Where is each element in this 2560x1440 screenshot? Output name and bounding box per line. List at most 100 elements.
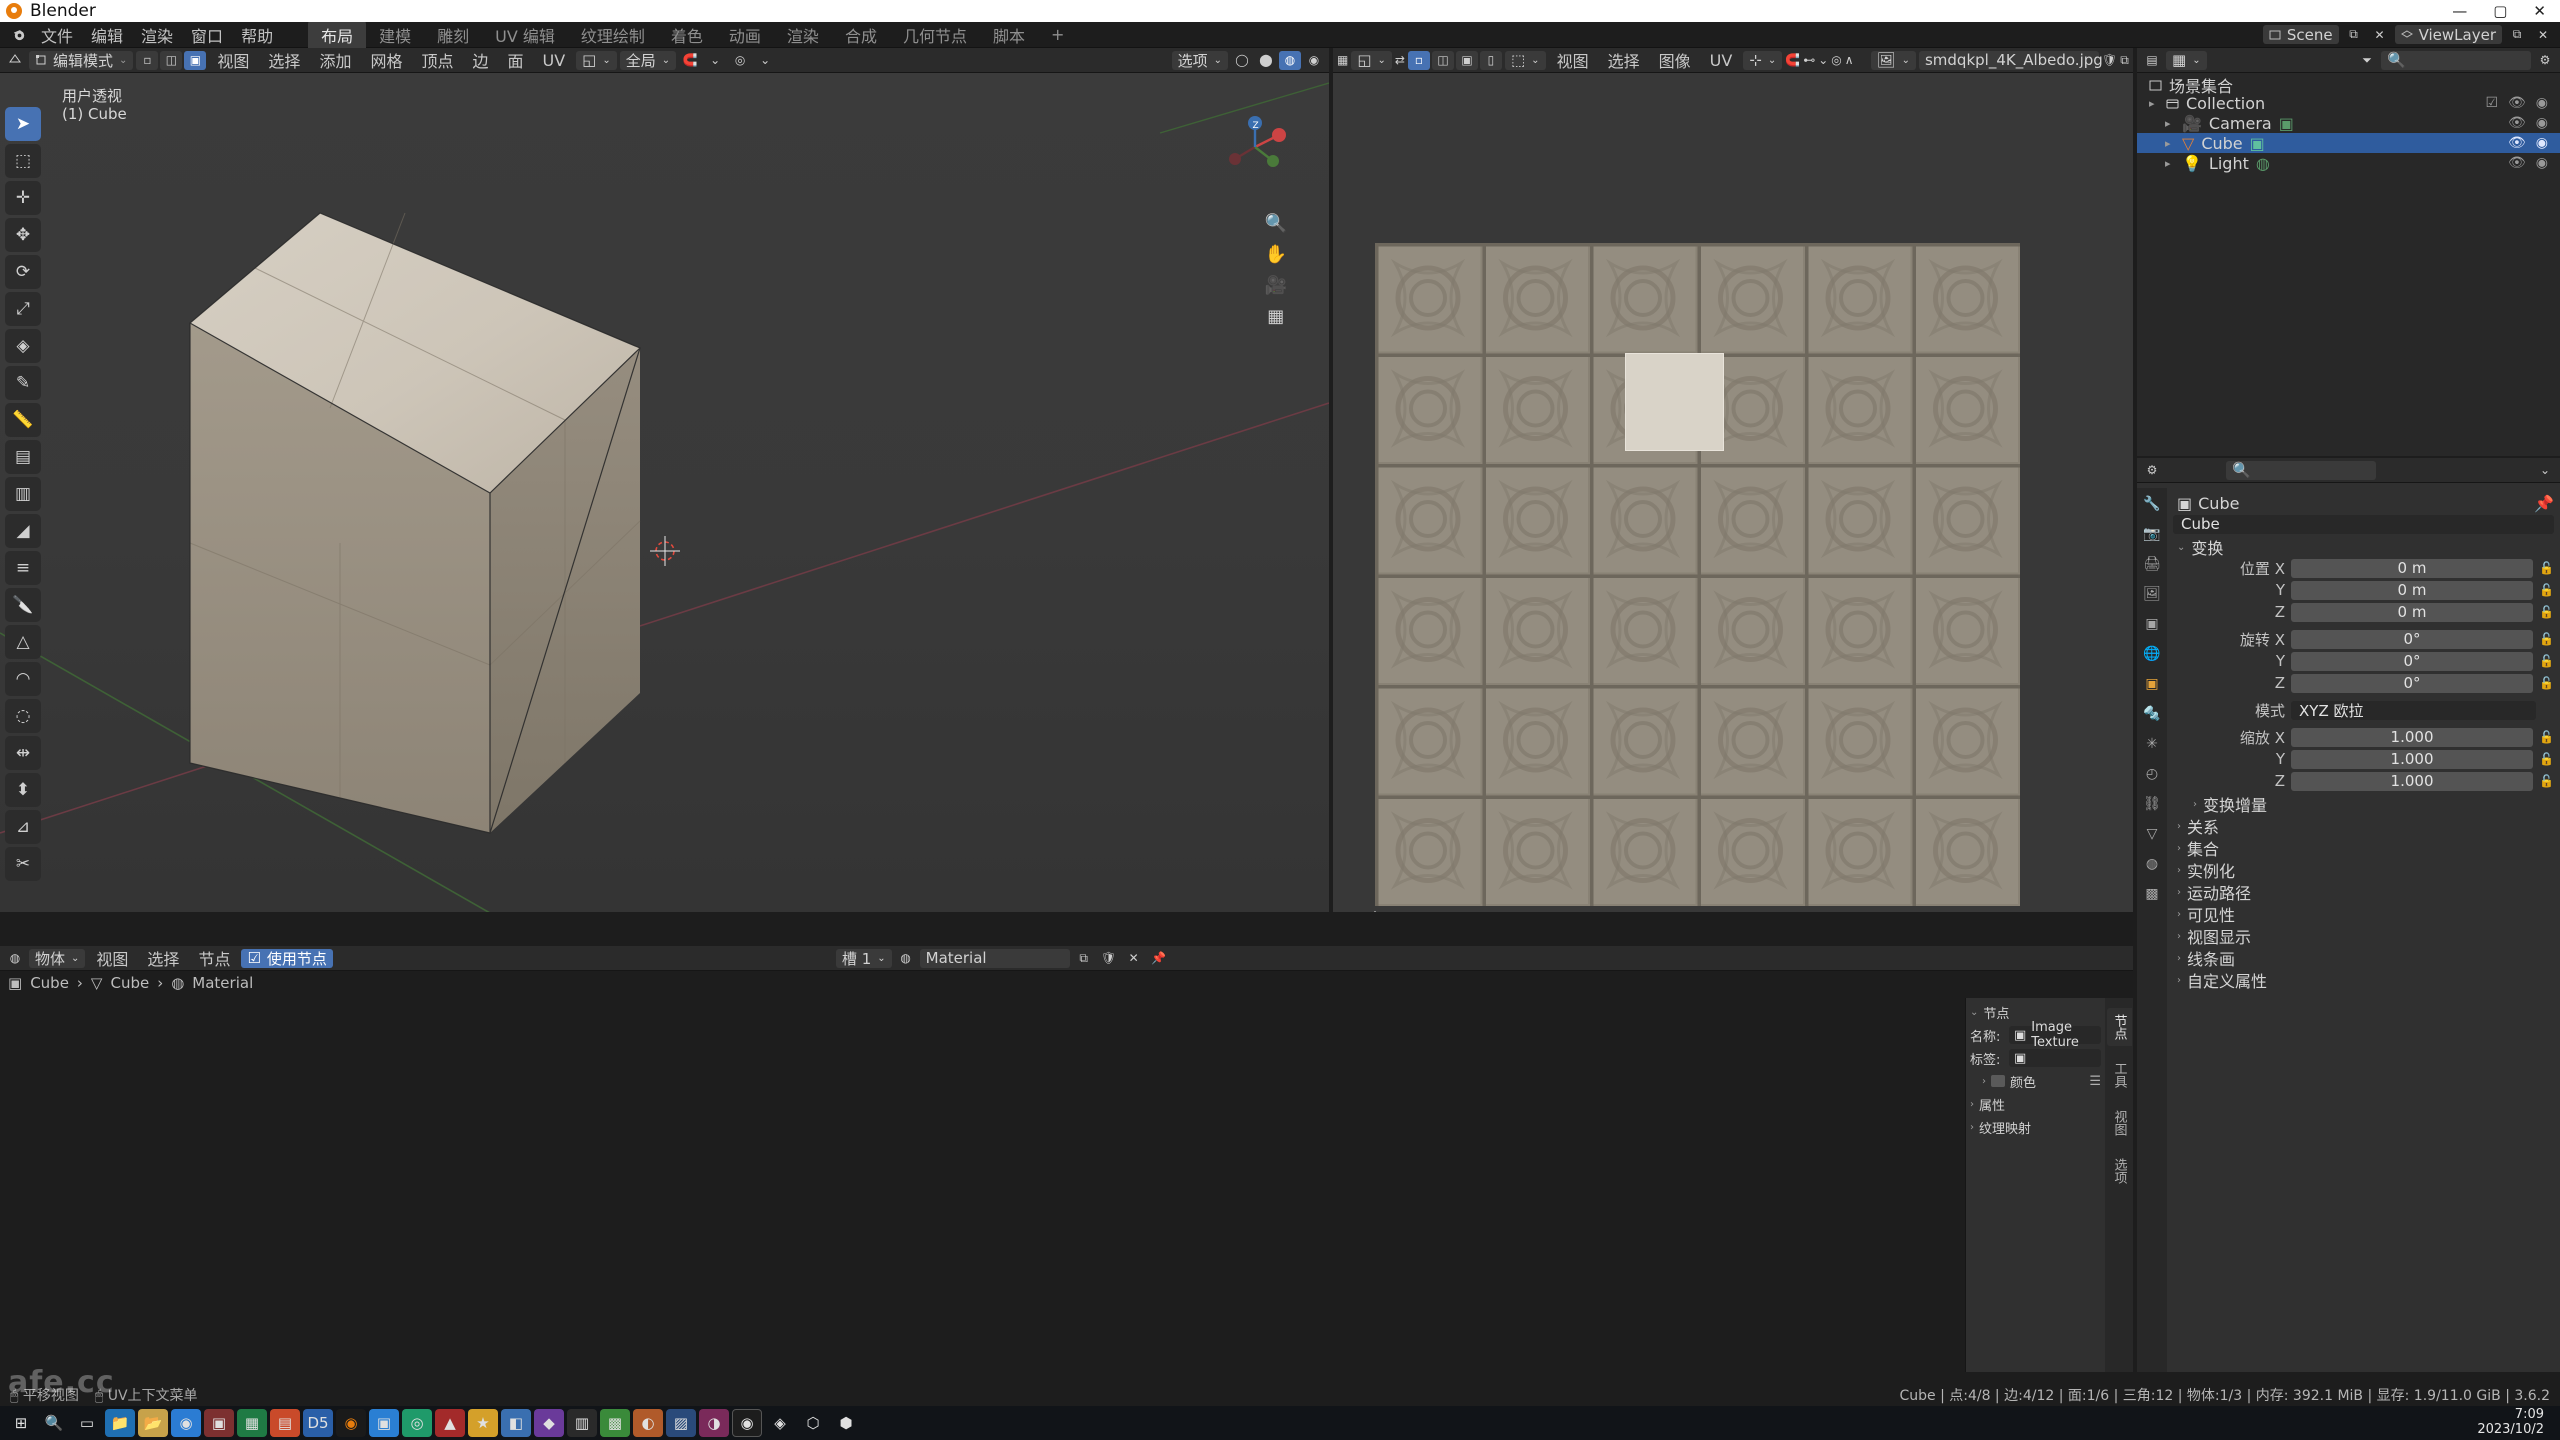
proportional-edit-icon[interactable]: ◎	[729, 51, 751, 70]
tab-render[interactable]: 📷	[2143, 526, 2160, 542]
tab-particles[interactable]: ✳	[2146, 736, 2158, 752]
uv-pivot-dropdown[interactable]: ⊹ ⌄	[1743, 50, 1783, 70]
camera-render-icon[interactable]: ◉	[2536, 155, 2548, 171]
location-z-field[interactable]: 0 m	[2291, 602, 2534, 622]
location-x-row[interactable]: 位置 X 0 m 🔓	[2173, 558, 2554, 578]
taskbar-clock[interactable]: 7:09 2023/10/2	[2477, 1407, 2554, 1438]
rotation-y-field[interactable]: 0°	[2291, 651, 2534, 671]
npanel-name-row[interactable]: 名称: ▣ Image Texture	[1970, 1020, 2101, 1050]
material-users-icon[interactable]: ⧉	[1073, 949, 1095, 968]
menu-window[interactable]: 窗口	[182, 21, 232, 49]
remove-viewlayer-button[interactable]: ✕	[2532, 25, 2554, 44]
outliner-filter-icon[interactable]: ⏷	[2356, 51, 2378, 70]
uv-menu-select[interactable]: 选择	[1600, 48, 1648, 73]
outliner-display-mode-dropdown[interactable]: ▦ ⌄	[2166, 50, 2207, 70]
material-pin-icon[interactable]: 📌	[1148, 949, 1170, 968]
uv-island-select-icon[interactable]: ▯	[1479, 50, 1502, 70]
new-scene-button[interactable]: ⧉	[2343, 25, 2365, 44]
tool-knife-icon[interactable]: 🔪	[5, 588, 41, 622]
checkbox-icon[interactable]: ☑	[2485, 95, 2498, 111]
section-custom-props[interactable]: › 自定义属性	[2173, 969, 2554, 991]
uv-editor-type-icon[interactable]: ▦	[1337, 51, 1348, 70]
outliner[interactable]: ▤ ▦ ⌄ ⏷ 🔍 ⚙ 场景集合 ▸ Collection ☑ 👁 ◉ ▸ 🎥 Cam…	[2137, 48, 2560, 456]
app-icon-3[interactable]: ▤	[270, 1409, 300, 1437]
tool-shear-icon[interactable]: ⊿	[5, 810, 41, 844]
scale-y-row[interactable]: Y 1.000 🔓	[2173, 749, 2554, 769]
expand-arrow-icon[interactable]: ▸	[2165, 117, 2175, 130]
tab-object[interactable]: ▣	[2145, 676, 2158, 692]
taskview-icon[interactable]: ▭	[72, 1409, 102, 1437]
uv-mode-selector[interactable]: ◱ ⌄	[1351, 50, 1392, 70]
scale-x-row[interactable]: 缩放 X 1.000 🔓	[2173, 727, 2554, 747]
snap-dropdown-icon[interactable]: ⌄	[704, 51, 726, 70]
npanel-section-texture-mapping[interactable]: › 纹理映射	[1970, 1117, 2101, 1137]
properties-search-input[interactable]: 🔍	[2226, 460, 2376, 480]
section-delta-transform[interactable]: › 变换增量	[2173, 793, 2554, 815]
section-transform[interactable]: ⌄ 变换	[2173, 536, 2554, 558]
uv-open-image-icon[interactable]: 📁	[2132, 51, 2133, 70]
tool-poly-build-icon[interactable]: △	[5, 625, 41, 659]
location-y-row[interactable]: Y 0 m 🔓	[2173, 580, 2554, 600]
rotation-y-row[interactable]: Y 0° 🔓	[2173, 651, 2554, 671]
blender-active-icon[interactable]: ◉	[732, 1409, 762, 1437]
tab-view-layer[interactable]: 🖼	[2143, 586, 2161, 602]
tool-shrink-fatten-icon[interactable]: ⬍	[5, 773, 41, 807]
eye-icon[interactable]: 👁	[2508, 135, 2526, 151]
section-line-art[interactable]: › 线条画	[2173, 947, 2554, 969]
expand-arrow-icon[interactable]: ▸	[2149, 97, 2159, 110]
uv-vertex-select-icon[interactable]: ▫	[1407, 50, 1430, 70]
tool-measure-icon[interactable]: 📏	[5, 403, 41, 437]
app-icon-10[interactable]: ◆	[534, 1409, 564, 1437]
npanel-name-field[interactable]: ▣ Image Texture	[2009, 1020, 2101, 1050]
uv-snap-magnet-icon[interactable]: 🧲	[1785, 51, 1800, 70]
material-new-icon[interactable]: 🛡	[1098, 949, 1120, 968]
start-button-icon[interactable]: ⊞	[6, 1409, 36, 1437]
workspace-tab-rendering[interactable]: 渲染	[774, 20, 832, 50]
camera-render-icon[interactable]: ◉	[2536, 115, 2548, 131]
snap-magnet-icon[interactable]: 🧲	[679, 51, 701, 70]
npanel-section-node[interactable]: ⌄ 节点	[1970, 1002, 2101, 1022]
edge-icon[interactable]: ◉	[171, 1409, 201, 1437]
eye-icon[interactable]: 👁	[2508, 155, 2526, 171]
npanel-section-properties[interactable]: › 属性	[1970, 1094, 2101, 1114]
eye-icon[interactable]: 👁	[2508, 115, 2526, 131]
face-select-icon[interactable]: ▣	[184, 50, 207, 70]
viewport-menu-edge[interactable]: 边	[464, 48, 496, 73]
uv-menu-image[interactable]: 图像	[1651, 48, 1699, 73]
uv-face-select-icon[interactable]: ▣	[1455, 50, 1478, 70]
scale-x-field[interactable]: 1.000	[2291, 727, 2534, 747]
tool-scale-icon[interactable]: ⤢	[5, 292, 41, 326]
lock-icon[interactable]: 🔓	[2539, 561, 2554, 575]
workspace-tab-scripting[interactable]: 脚本	[980, 20, 1038, 50]
section-visibility[interactable]: › 可见性	[2173, 903, 2554, 925]
tab-output[interactable]: 🖨	[2143, 556, 2161, 572]
rotation-z-field[interactable]: 0°	[2291, 673, 2534, 693]
tool-edge-slide-icon[interactable]: ⇹	[5, 736, 41, 770]
tool-bevel-icon[interactable]: ◢	[5, 514, 41, 548]
toggle-ortho-icon[interactable]: ▦	[1267, 306, 1284, 327]
outliner-item-collection[interactable]: ▸ Collection ☑ 👁 ◉	[2137, 93, 2560, 113]
outliner-item-light[interactable]: ▸ 💡 Light ◍ 👁 ◉	[2137, 153, 2560, 173]
rotation-x-row[interactable]: 旋转 X 0° 🔓	[2173, 629, 2554, 649]
tool-transform-icon[interactable]: ◈	[5, 329, 41, 363]
tab-physics[interactable]: ◴	[2146, 766, 2158, 782]
app-icon-15[interactable]: ◑	[699, 1409, 729, 1437]
outliner-item-cube[interactable]: ▸ ▽ Cube ▣ 👁 ◉	[2137, 133, 2560, 153]
app-icon-14[interactable]: ▨	[666, 1409, 696, 1437]
material-preview-shading-icon[interactable]: ◍	[1279, 50, 1301, 70]
eye-icon[interactable]: 👁	[2508, 95, 2526, 111]
editor-type-icon[interactable]	[4, 51, 26, 70]
new-viewlayer-button[interactable]: ⧉	[2506, 25, 2528, 44]
properties-editor-type-icon[interactable]: ⚙	[2141, 461, 2163, 480]
pan-hand-icon[interactable]: ✋	[1265, 244, 1287, 265]
properties-options-icon[interactable]: ⌄	[2534, 461, 2556, 480]
tool-cursor-icon[interactable]: ✛	[5, 181, 41, 215]
cube-object[interactable]	[0, 73, 1329, 912]
material-browse-icon[interactable]: ◍	[895, 949, 917, 968]
outliner-editor-type-icon[interactable]: ▤	[2141, 51, 2163, 70]
tab-texture[interactable]: ▩	[2145, 886, 2158, 902]
rotation-mode-dropdown[interactable]: XYZ 欧拉	[2291, 700, 2536, 720]
tab-modifiers[interactable]: 🔩	[2143, 706, 2160, 722]
workspace-tab-shading[interactable]: 着色	[658, 20, 716, 50]
workspace-tab-layout[interactable]: 布局	[308, 19, 367, 50]
